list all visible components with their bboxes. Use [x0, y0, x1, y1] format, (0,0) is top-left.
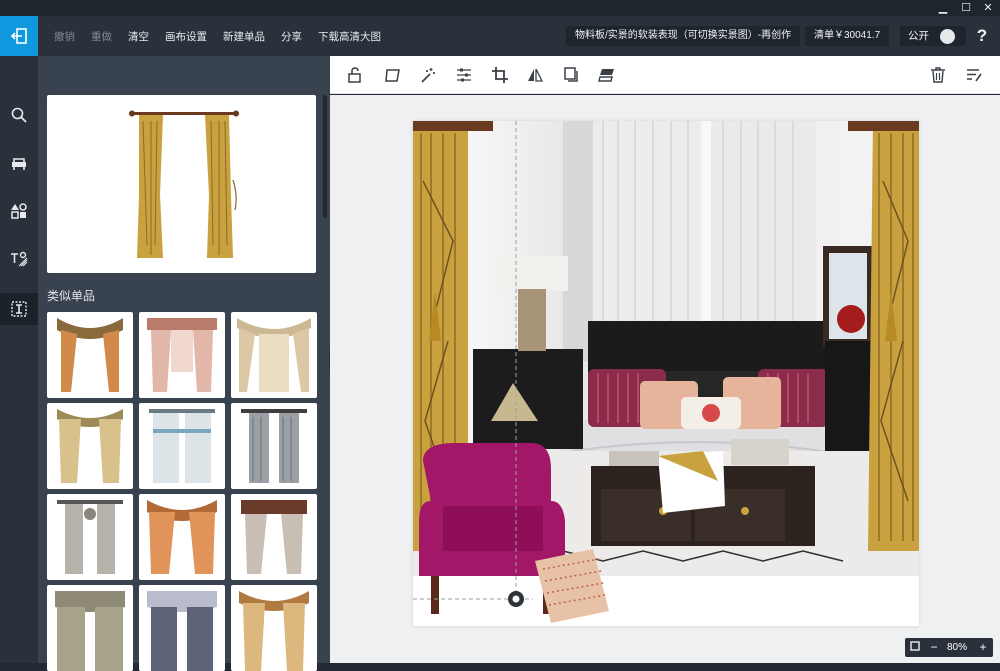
fit-screen-icon	[910, 641, 920, 651]
minimize-button[interactable]: ▁	[932, 0, 954, 16]
new-item-button[interactable]: 新建单品	[223, 29, 265, 44]
text-nav-button[interactable]	[0, 243, 38, 275]
curtain-preview-image	[129, 110, 239, 258]
similar-item-thumb[interactable]	[47, 312, 133, 398]
main-menu: 撤销 重做 清空 画布设置 新建单品 分享 下载高清大图	[46, 16, 389, 56]
canvas-toolbar	[330, 56, 1000, 94]
similar-item-thumb[interactable]	[231, 585, 317, 671]
clear-button[interactable]: 清空	[128, 29, 149, 44]
similar-item-thumb[interactable]	[231, 403, 317, 489]
similar-item-thumb[interactable]	[231, 312, 317, 398]
similar-items-title: 类似单品	[47, 289, 96, 303]
canvas-settings-button[interactable]: 画布设置	[165, 29, 207, 44]
sort-icon	[967, 69, 982, 82]
layer-button[interactable]	[596, 64, 618, 86]
search-icon	[11, 107, 27, 123]
curtain-thumb-image	[57, 409, 123, 483]
panel-scrollbar[interactable]	[323, 95, 327, 218]
top-bar: 撤销 重做 清空 画布设置 新建单品 分享 下载高清大图 物料板/实景的软装表现…	[0, 16, 1000, 56]
shapes-icon	[11, 203, 27, 219]
crop-button[interactable]	[489, 64, 511, 86]
curtain-thumb-image	[147, 318, 217, 392]
item-preview[interactable]	[47, 95, 316, 273]
similar-item-thumb[interactable]	[139, 403, 225, 489]
similar-item-thumb[interactable]	[47, 585, 133, 671]
maximize-button[interactable]: ☐	[955, 0, 977, 16]
design-canvas[interactable]	[413, 121, 919, 626]
redo-button[interactable]: 重做	[91, 29, 112, 44]
exit-icon	[10, 28, 27, 44]
search-nav-button[interactable]	[0, 99, 38, 131]
exit-button[interactable]	[0, 16, 38, 56]
furniture-icon	[12, 158, 26, 170]
furniture-nav-button[interactable]	[0, 147, 38, 179]
title-bar: ▁ ☐ ✕	[0, 0, 1000, 16]
curtain-thumb-image	[55, 591, 125, 671]
bedroom-scene-image	[413, 121, 919, 623]
list-total-button[interactable]: 清单￥30041.7	[805, 26, 890, 46]
close-button[interactable]: ✕	[977, 0, 999, 16]
adjust-button[interactable]	[453, 64, 475, 86]
similar-item-thumb[interactable]	[47, 403, 133, 489]
download-hd-button[interactable]: 下载高清大图	[318, 29, 381, 44]
undo-button[interactable]: 撤销	[54, 29, 75, 44]
similar-item-thumb[interactable]	[139, 494, 225, 580]
similar-item-thumb[interactable]	[47, 494, 133, 580]
delete-button[interactable]	[927, 64, 949, 86]
adjust-icon	[457, 68, 471, 82]
shapes-nav-button[interactable]	[0, 195, 38, 227]
curtain-thumb-image	[57, 318, 123, 392]
public-label: 公开	[908, 30, 929, 42]
text-icon	[11, 251, 28, 267]
flip-button[interactable]	[524, 64, 546, 86]
duplicate-button[interactable]	[560, 64, 582, 86]
crop-icon	[492, 67, 508, 83]
curtain-thumb-image	[147, 500, 217, 574]
board-title[interactable]: 物料板/实景的软装表现（可切换实景图）-再创作	[566, 26, 801, 46]
fit-screen-button[interactable]	[908, 638, 922, 657]
item-detail-nav-button[interactable]	[0, 293, 38, 325]
unlock-button[interactable]	[344, 64, 366, 86]
zoom-out-button[interactable]: −	[927, 638, 941, 657]
item-panel: 类似单品	[38, 56, 330, 671]
curtain-thumb-image	[241, 409, 307, 483]
similar-item-thumb[interactable]	[231, 494, 317, 580]
curtain-thumb-image	[149, 409, 215, 483]
sort-button[interactable]	[963, 64, 985, 86]
toggle-knob[interactable]	[940, 29, 955, 44]
curtain-thumb-image	[241, 500, 307, 574]
item-detail-icon	[11, 301, 27, 317]
work-area	[330, 95, 1000, 663]
transform-button[interactable]	[382, 64, 404, 86]
transform-icon	[385, 69, 400, 82]
duplicate-icon	[564, 67, 578, 82]
unlock-icon	[348, 67, 361, 83]
public-toggle[interactable]: 公开	[900, 26, 966, 46]
flip-icon	[528, 68, 544, 82]
magic-wand-button[interactable]	[417, 64, 439, 86]
magic-wand-icon	[421, 68, 435, 83]
share-button[interactable]: 分享	[281, 29, 302, 44]
help-icon[interactable]: ?	[971, 25, 993, 47]
zoom-level: 80%	[947, 642, 968, 653]
curtain-thumb-image	[239, 591, 309, 671]
curtain-thumb-image	[237, 318, 311, 392]
delete-icon	[931, 67, 945, 83]
left-nav	[0, 56, 38, 663]
zoom-control: − 80% +	[905, 638, 993, 657]
similar-item-thumb[interactable]	[139, 312, 225, 398]
layer-icon	[598, 69, 614, 82]
similar-item-thumb[interactable]	[139, 585, 225, 671]
curtain-thumb-image	[147, 591, 217, 671]
curtain-thumb-image	[57, 500, 123, 574]
zoom-in-button[interactable]: +	[976, 638, 990, 657]
